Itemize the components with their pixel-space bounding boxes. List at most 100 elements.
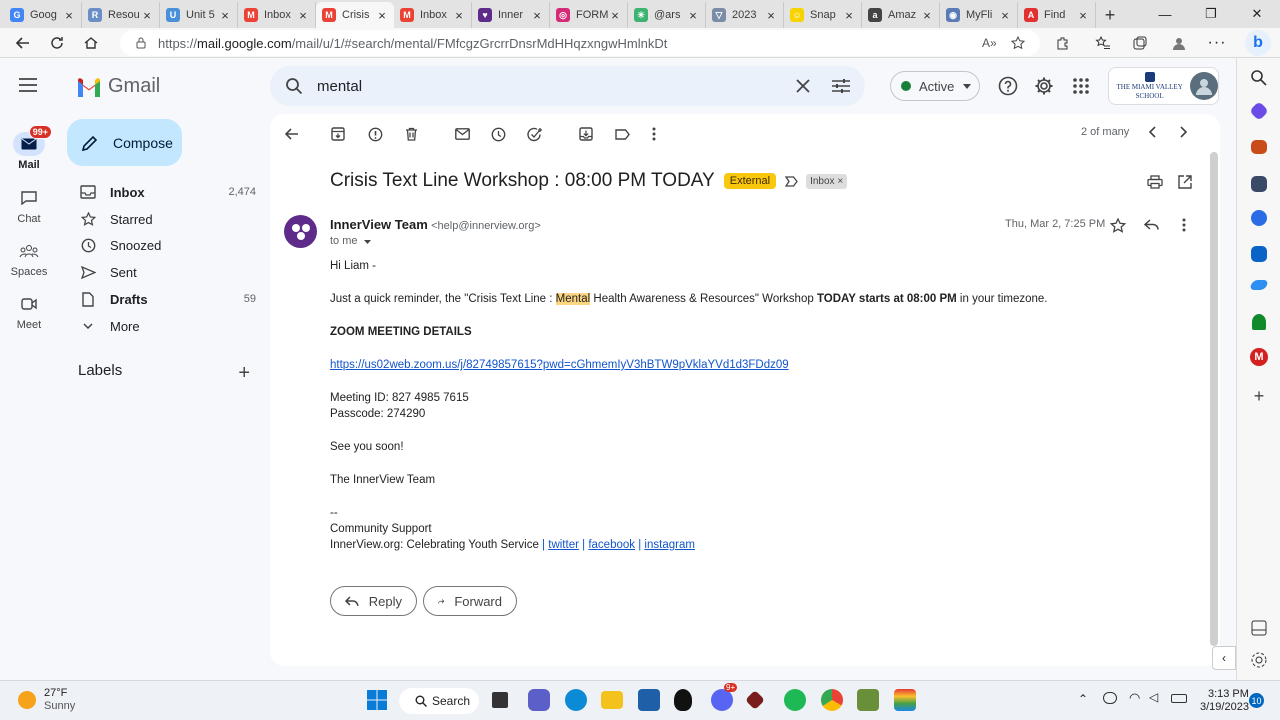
collapse-side-panel-icon[interactable]: ‹: [1212, 646, 1236, 670]
taskbar-search[interactable]: Search: [399, 688, 479, 714]
message-more-icon[interactable]: [1174, 215, 1194, 235]
maximize-button[interactable]: ❐: [1188, 0, 1234, 28]
rail-meet[interactable]: Meet: [0, 292, 58, 331]
close-tab-icon[interactable]: ×: [765, 8, 777, 23]
rail-chat[interactable]: Chat: [0, 186, 58, 225]
close-tab-icon[interactable]: ×: [531, 8, 543, 23]
zoom-link[interactable]: https://us02web.zoom.us/j/82749857615?pw…: [330, 359, 789, 371]
microsoft-store-icon[interactable]: [638, 689, 660, 711]
mail-search-bar[interactable]: mental: [270, 66, 865, 106]
close-tab-icon[interactable]: ×: [141, 8, 153, 23]
nav-item-snoozed[interactable]: Snoozed: [78, 233, 256, 257]
bluestacks-icon[interactable]: [894, 689, 916, 711]
browser-tab[interactable]: G Goog ×: [4, 2, 82, 28]
more-vertical-icon[interactable]: [644, 124, 664, 144]
mark-unread-icon[interactable]: [452, 124, 472, 144]
report-spam-icon[interactable]: [365, 124, 385, 144]
collections-icon[interactable]: [1129, 32, 1151, 54]
battery-icon[interactable]: [1171, 694, 1187, 703]
browser-tab[interactable]: ✳ @ars ×: [628, 2, 706, 28]
message-scrollbar[interactable]: [1210, 152, 1218, 646]
edge-browser-icon[interactable]: [565, 689, 587, 711]
close-tab-icon[interactable]: ×: [297, 8, 309, 23]
close-tab-icon[interactable]: ×: [687, 8, 699, 23]
forward-button[interactable]: Forward: [423, 586, 517, 616]
compose-button[interactable]: Compose: [67, 119, 182, 166]
clear-search-icon[interactable]: [796, 79, 810, 93]
close-tab-icon[interactable]: ×: [843, 8, 855, 23]
browser-tab[interactable]: M Inbox ×: [394, 2, 472, 28]
browser-tab[interactable]: a Amaz ×: [862, 2, 940, 28]
browser-tab[interactable]: A Find ×: [1018, 2, 1096, 28]
wifi-icon[interactable]: ◠: [1129, 690, 1140, 706]
nav-item-starred[interactable]: Starred: [78, 207, 256, 231]
minecraft-icon[interactable]: [857, 689, 879, 711]
read-aloud-icon[interactable]: A»: [982, 36, 997, 50]
facebook-link[interactable]: facebook: [588, 539, 635, 551]
add-task-icon[interactable]: [525, 124, 545, 144]
discord-icon[interactable]: 9+: [711, 683, 738, 711]
account-switcher[interactable]: The Miami Valley School: [1108, 67, 1219, 105]
back-button[interactable]: [6, 28, 40, 58]
nav-item-sent[interactable]: Sent: [78, 260, 256, 284]
search-options-icon[interactable]: [832, 78, 850, 94]
move-to-icon[interactable]: [576, 124, 596, 144]
browser-tab[interactable]: M Crisis ×: [316, 2, 394, 28]
browser-tab[interactable]: ▽ 2023 ×: [706, 2, 784, 28]
nav-item-more[interactable]: More: [78, 314, 256, 338]
browser-tab[interactable]: ☺ Snap ×: [784, 2, 862, 28]
close-tab-icon[interactable]: ×: [999, 8, 1011, 23]
bing-icon[interactable]: b: [1245, 30, 1271, 56]
file-explorer-icon[interactable]: [601, 691, 623, 709]
reply-icon[interactable]: [1141, 215, 1161, 235]
reply-button[interactable]: Reply: [330, 586, 417, 616]
previous-page-icon[interactable]: [1142, 122, 1162, 142]
browser-tab[interactable]: ◉ MyFli ×: [940, 2, 1018, 28]
sidebar-layout-icon[interactable]: [1249, 618, 1269, 638]
back-to-search-icon[interactable]: [282, 124, 302, 144]
gmail-logo[interactable]: Gmail: [76, 75, 160, 98]
add-label-button[interactable]: +: [238, 362, 250, 385]
delete-icon[interactable]: [401, 124, 421, 144]
close-window-button[interactable]: ✕: [1234, 0, 1280, 28]
snooze-clock-icon[interactable]: [488, 124, 508, 144]
close-tab-icon[interactable]: ×: [453, 8, 465, 23]
chrome-icon[interactable]: [821, 689, 843, 711]
system-clock[interactable]: 3:13 PM 3/19/2023: [1200, 688, 1249, 714]
browser-tab[interactable]: ♥ Inner ×: [472, 2, 550, 28]
notification-badge[interactable]: 10: [1249, 693, 1264, 708]
favorite-star-icon[interactable]: [1010, 35, 1026, 51]
close-tab-icon[interactable]: ×: [921, 8, 933, 23]
profile-icon[interactable]: [1168, 32, 1190, 54]
new-tab-button[interactable]: +: [1096, 2, 1124, 28]
cloud-sync-icon[interactable]: [1103, 692, 1117, 704]
browser-tab[interactable]: R Resou ×: [82, 2, 160, 28]
favorites-icon[interactable]: [1092, 32, 1114, 54]
apps-grid-icon[interactable]: [1069, 74, 1093, 98]
close-tab-icon[interactable]: ×: [1077, 8, 1089, 23]
outlook-icon[interactable]: [1251, 246, 1267, 262]
minimize-button[interactable]: —: [1142, 0, 1188, 28]
weather-widget[interactable]: 27°F Sunny: [18, 687, 75, 713]
search-icon[interactable]: [285, 77, 303, 95]
close-tab-icon[interactable]: ×: [219, 8, 231, 23]
tree-icon[interactable]: [1252, 314, 1266, 330]
importance-marker-icon[interactable]: [785, 175, 798, 187]
twitter-link[interactable]: twitter: [548, 539, 579, 551]
close-tab-icon[interactable]: ×: [609, 8, 621, 23]
sender-avatar[interactable]: [284, 215, 317, 248]
teams-chat-icon[interactable]: [528, 689, 550, 711]
address-bar[interactable]: https://mail.google.com/mail/u/1/#search…: [120, 30, 1040, 56]
open-new-window-icon[interactable]: [1175, 172, 1195, 192]
inbox-label-chip[interactable]: Inbox ×: [806, 173, 848, 189]
add-app-icon[interactable]: +: [1249, 386, 1269, 406]
search-icon[interactable]: [1249, 68, 1269, 88]
next-page-icon[interactable]: [1174, 122, 1194, 142]
browser-tab[interactable]: ◎ FORM ×: [550, 2, 628, 28]
settings-gear-icon[interactable]: [1249, 650, 1269, 670]
rail-mail[interactable]: 99+ Mail: [0, 125, 58, 171]
print-icon[interactable]: [1145, 172, 1165, 192]
microsoft-365-icon[interactable]: [1251, 210, 1267, 226]
send-icon[interactable]: [1249, 280, 1269, 290]
settings-icon[interactable]: [1032, 74, 1056, 98]
